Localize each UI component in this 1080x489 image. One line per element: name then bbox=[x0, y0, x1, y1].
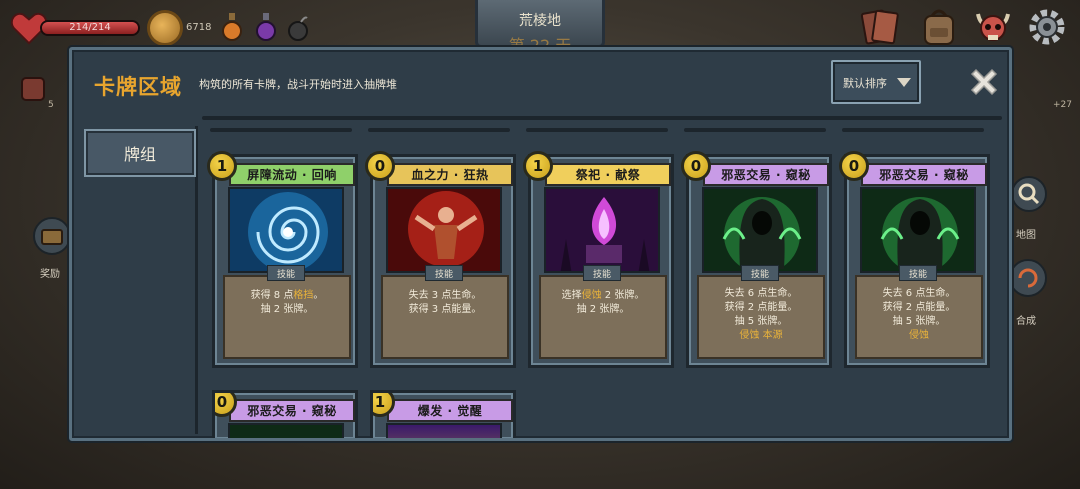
triangle-down-icon bbox=[897, 78, 911, 87]
card[interactable]: 0 邪恶交易 · 窥秘 技能 失去 6 点生命。 获得 2 点能量。 抽 5 张… bbox=[681, 151, 832, 368]
desc-line: 获得 8 点格挡。 bbox=[229, 289, 345, 303]
card-type-badge: 技能 bbox=[425, 265, 463, 281]
desc-line: 获得 2 点能量。 bbox=[724, 302, 798, 313]
desc-line: 选择侵蚀 2 张牌。 bbox=[545, 289, 661, 303]
keyword-text: 格挡 bbox=[293, 290, 314, 301]
potion-icon[interactable] bbox=[255, 12, 277, 42]
card-name: 祭祀 · 献祭 bbox=[545, 163, 671, 186]
card-description: 失去 6 点生命。 获得 2 点能量。 抽 5 张牌。 侵蚀 bbox=[855, 275, 983, 359]
card-name: 邪恶交易 · 窥秘 bbox=[229, 399, 355, 422]
deck-icon[interactable] bbox=[860, 6, 902, 48]
craft-label: 合成 bbox=[1016, 316, 1036, 327]
desc-line: 获得 3 点能量。 bbox=[408, 304, 482, 315]
hooded-figure-art bbox=[228, 423, 344, 438]
desc-line: 抽 5 张牌。 bbox=[734, 316, 788, 327]
vortex-art bbox=[228, 187, 344, 273]
keyword-line: 侵蚀 本源 bbox=[739, 330, 783, 341]
column-divider bbox=[684, 128, 826, 132]
card-name: 邪恶交易 · 窥秘 bbox=[703, 163, 829, 186]
card-name: 邪恶交易 · 窥秘 bbox=[861, 163, 987, 186]
stage-title: 荒棱地 bbox=[519, 13, 561, 29]
desc-line: 失去 3 点生命。 bbox=[408, 290, 482, 301]
desc-line: 失去 6 点生命。 bbox=[882, 288, 956, 299]
desc-text: 抽 2 张牌。 bbox=[260, 304, 314, 315]
desc-text: 选择 bbox=[561, 290, 582, 301]
keyword-line: 侵蚀 bbox=[909, 330, 929, 341]
gear-icon[interactable] bbox=[1026, 6, 1068, 48]
relic-icon[interactable] bbox=[18, 74, 48, 104]
card-description: 失去 3 点生命。 获得 3 点能量。 bbox=[381, 275, 509, 359]
column-divider bbox=[526, 128, 668, 132]
modal-description: 构筑的所有卡牌，战斗开始时进入抽牌堆 bbox=[199, 78, 397, 91]
card-description: 失去 6 点生命。 获得 2 点能量。 抽 5 张牌。 侵蚀 本源 bbox=[697, 275, 825, 359]
desc-text: 2 张牌。 bbox=[601, 290, 645, 301]
hp-bar: 214/214 bbox=[40, 20, 140, 36]
potion-icon[interactable] bbox=[221, 12, 243, 42]
card-description: 选择侵蚀 2 张牌。 抽 2 张牌。 bbox=[539, 275, 667, 359]
card-area-modal: 卡牌区域 构筑的所有卡牌，战斗开始时进入抽牌堆 默认排序 牌组 1 屏障流动 ·… bbox=[69, 47, 1012, 441]
hooded-figure-art bbox=[860, 187, 976, 273]
card[interactable]: 1 祭祀 · 献祭 技能 选择侵蚀 2 张牌。 抽 2 张牌。 bbox=[523, 151, 674, 368]
close-button[interactable] bbox=[966, 64, 1002, 100]
desc-line: 抽 2 张牌。 bbox=[229, 303, 345, 317]
stage-plate: 荒棱地 第 22 天 bbox=[475, 0, 605, 55]
card[interactable]: 0 血之力 · 狂热 技能 失去 3 点生命。 获得 3 点能量。 bbox=[365, 151, 516, 368]
header-divider bbox=[202, 116, 1002, 120]
desc-line: 失去 6 点生命。 bbox=[724, 288, 798, 299]
desc-line: 抽 2 张牌。 bbox=[576, 304, 630, 315]
card-type-badge: 技能 bbox=[267, 265, 305, 281]
card-grid: 1 屏障流动 · 回响 技能 获得 8 点格挡。 抽 2 张牌。 0 血之力 ·… bbox=[206, 126, 1006, 438]
side-count: 5 bbox=[48, 100, 54, 110]
horned-skull-icon[interactable] bbox=[972, 6, 1014, 48]
column-divider bbox=[842, 128, 984, 132]
card-type-badge: 技能 bbox=[899, 265, 937, 281]
card[interactable]: 0 邪恶交易 · 窥秘 bbox=[212, 390, 358, 438]
card-cost: 0 bbox=[839, 151, 869, 181]
modal-sidebar: 牌组 bbox=[80, 126, 198, 434]
sort-label: 默认排序 bbox=[843, 77, 887, 90]
desc-line: 抽 5 张牌。 bbox=[892, 316, 946, 327]
card-name: 爆发 · 觉醒 bbox=[387, 399, 513, 422]
close-icon bbox=[970, 68, 998, 96]
desc-text: 。 bbox=[313, 290, 324, 301]
bomb-icon[interactable] bbox=[287, 12, 309, 42]
treasure-chest-icon[interactable] bbox=[32, 216, 72, 256]
blood-fury-art bbox=[386, 187, 502, 273]
desc-text: 获得 8 点 bbox=[250, 290, 294, 301]
card-type-badge: 技能 bbox=[741, 265, 779, 281]
gold-coin-icon bbox=[147, 10, 183, 46]
card-cost: 1 bbox=[207, 151, 237, 181]
sort-dropdown[interactable]: 默认排序 bbox=[831, 60, 921, 104]
gold-amount: 6718 bbox=[186, 22, 212, 33]
card[interactable]: 1 爆发 · 觉醒 bbox=[370, 390, 516, 438]
tab-deck[interactable]: 牌组 bbox=[84, 129, 196, 177]
awakening-art bbox=[386, 423, 502, 438]
hooded-figure-art bbox=[702, 187, 818, 273]
magnifier-map-icon[interactable] bbox=[1010, 175, 1048, 213]
card-type-badge: 技能 bbox=[583, 265, 621, 281]
keyword-text: 侵蚀 bbox=[581, 290, 602, 301]
column-divider bbox=[368, 128, 510, 132]
card-description: 获得 8 点格挡。 抽 2 张牌。 bbox=[223, 275, 351, 359]
card-name: 屏障流动 · 回响 bbox=[229, 163, 355, 186]
map-label: 地图 bbox=[1016, 230, 1036, 241]
craft-icon[interactable] bbox=[1008, 258, 1048, 298]
card-name: 血之力 · 狂热 bbox=[387, 163, 513, 186]
modal-title: 卡牌区域 bbox=[94, 75, 182, 99]
card[interactable]: 1 屏障流动 · 回响 技能 获得 8 点格挡。 抽 2 张牌。 bbox=[207, 151, 358, 368]
desc-line: 获得 2 点能量。 bbox=[882, 302, 956, 313]
card-cost: 1 bbox=[523, 151, 553, 181]
column-divider bbox=[210, 128, 352, 132]
hp-text: 214/214 bbox=[69, 22, 111, 33]
card[interactable]: 0 邪恶交易 · 窥秘 技能 失去 6 点生命。 获得 2 点能量。 抽 5 张… bbox=[839, 151, 990, 368]
card-cost: 0 bbox=[681, 151, 711, 181]
side-plus-text: +27 bbox=[1053, 100, 1072, 110]
backpack-icon[interactable] bbox=[918, 6, 960, 48]
reward-label: 奖励 bbox=[40, 269, 60, 280]
card-cost: 0 bbox=[365, 151, 395, 181]
sacrifice-altar-art bbox=[544, 187, 660, 273]
